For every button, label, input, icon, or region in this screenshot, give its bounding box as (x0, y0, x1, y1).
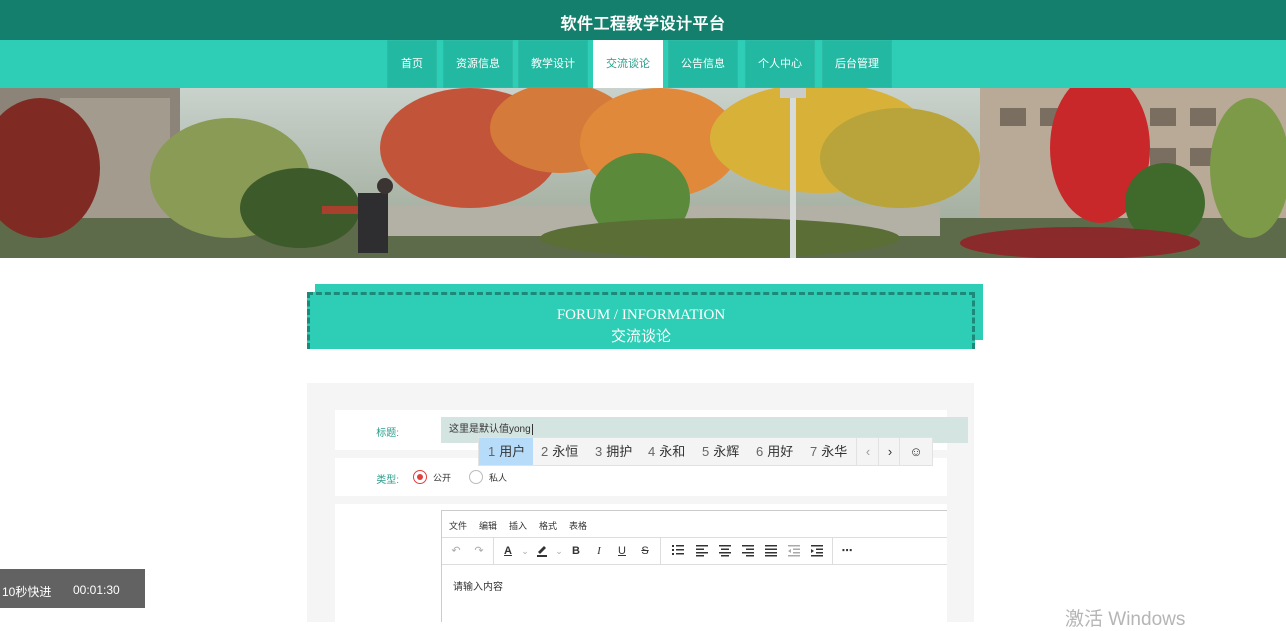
ime-candidate-num: 3 (595, 444, 603, 459)
ime-candidate-num: 1 (488, 444, 496, 459)
ime-candidate-num: 2 (541, 444, 549, 459)
highlight-dropdown-icon[interactable]: ⌄ (551, 543, 567, 559)
toolbar-separator (493, 538, 494, 564)
outdent-icon[interactable] (786, 543, 802, 559)
section-heading-box: FORUM / INFORMATION 交流谈论 (307, 292, 975, 349)
title-input-value: 这里是默认值yong (449, 424, 531, 435)
windows-watermark: 激活 Windows (1065, 609, 1186, 630)
more-icon[interactable]: ⋯ (839, 543, 855, 559)
editor-toolbar: ↶ ↷ A ⌄ ⌄ B I U S ⋯ (442, 538, 947, 565)
editor-menubar: 文件 编辑 插入 格式 表格 (442, 511, 947, 538)
radio-private-label: 私人 (489, 473, 508, 483)
content-row: 文件 编辑 插入 格式 表格 ↶ ↷ A ⌄ ⌄ B I U S ⋯ 请输入内容 (335, 504, 947, 622)
nav-announcements[interactable]: 公告信息 (668, 40, 738, 88)
list-icon[interactable] (670, 543, 686, 559)
banner-image (0, 88, 1286, 258)
ime-candidate-2[interactable]: 2 永恒 (541, 438, 578, 465)
ime-prev-icon[interactable]: ‹ (856, 438, 879, 465)
highlight-icon[interactable] (534, 543, 550, 559)
redo-icon[interactable]: ↷ (471, 543, 487, 559)
ime-candidate-text: 拥护 (606, 444, 633, 459)
ime-next-icon[interactable]: › (878, 438, 901, 465)
ime-candidate-text: 永恒 (552, 444, 579, 459)
section-title-en: FORUM / INFORMATION (556, 307, 726, 323)
skip-forward-button[interactable]: 10秒快进 (2, 583, 51, 600)
menu-edit[interactable]: 编辑 (479, 519, 497, 532)
underline-icon[interactable]: U (614, 543, 630, 559)
toolbar-separator (660, 538, 661, 564)
nav-home[interactable]: 首页 (387, 40, 437, 88)
ime-emoji-icon[interactable]: ☺ (899, 438, 932, 465)
nav-personal-center[interactable]: 个人中心 (745, 40, 815, 88)
bold-icon[interactable]: B (568, 543, 584, 559)
ime-candidate-num: 7 (810, 444, 818, 459)
ime-candidate-1[interactable]: 1 用户 (479, 438, 533, 465)
radio-public-circle (413, 470, 427, 484)
ime-candidate-text: 用户 (499, 444, 526, 459)
italic-icon[interactable]: I (591, 543, 607, 559)
text-color-dropdown-icon[interactable]: ⌄ (517, 543, 533, 559)
video-control-overlay: 10秒快进 00:01:30 (0, 569, 145, 608)
post-form: 标题: 这里是默认值yong 类型: 公开 私人 文件 编辑 插入 格式 表格 … (307, 383, 974, 622)
align-justify-icon[interactable] (763, 543, 779, 559)
section-title-cn: 交流谈论 (610, 329, 671, 345)
text-color-icon[interactable]: A (500, 543, 516, 559)
editor-placeholder: 请输入内容 (453, 582, 503, 593)
ime-candidate-7[interactable]: 7 永华 (810, 438, 847, 465)
text-cursor (531, 423, 533, 435)
align-center-icon[interactable] (717, 543, 733, 559)
radio-public-label: 公开 (433, 473, 452, 483)
align-left-icon[interactable] (694, 543, 710, 559)
site-title: 软件工程教学设计平台 (560, 16, 726, 33)
ime-candidate-num: 4 (648, 444, 656, 459)
nav-teaching-design[interactable]: 教学设计 (518, 40, 588, 88)
playback-time: 00:01:30 (73, 583, 120, 597)
radio-private-circle (469, 470, 483, 484)
ime-candidate-bar: 1 用户 2 永恒 3 拥护 4 永和 5 永辉 6 用好 7 永华 ‹ › ☺ (478, 437, 933, 466)
nav-admin[interactable]: 后台管理 (822, 40, 892, 88)
ime-candidate-text: 永华 (821, 444, 848, 459)
ime-candidate-num: 5 (702, 444, 710, 459)
type-label: 类型: (376, 475, 399, 486)
menu-format[interactable]: 格式 (539, 519, 557, 532)
ime-candidate-num: 6 (756, 444, 764, 459)
ime-candidate-text: 用好 (767, 444, 794, 459)
title-label: 标题: (376, 428, 399, 439)
banner-carousel[interactable] (0, 88, 1286, 258)
main-nav: 首页 资源信息 教学设计 交流谈论 公告信息 个人中心 后台管理 (0, 40, 1286, 88)
ime-candidate-3[interactable]: 3 拥护 (595, 438, 632, 465)
strikethrough-icon[interactable]: S (637, 543, 653, 559)
ime-candidate-text: 永和 (659, 444, 686, 459)
nav-forum[interactable]: 交流谈论 (593, 40, 663, 88)
undo-icon[interactable]: ↶ (448, 543, 464, 559)
ime-candidate-5[interactable]: 5 永辉 (702, 438, 739, 465)
menu-table[interactable]: 表格 (569, 519, 587, 532)
ime-candidate-text: 永辉 (713, 444, 740, 459)
nav-resources[interactable]: 资源信息 (443, 40, 513, 88)
align-right-icon[interactable] (740, 543, 756, 559)
menu-insert[interactable]: 插入 (509, 519, 527, 532)
toolbar-separator (832, 538, 833, 564)
top-header: 软件工程教学设计平台 (0, 0, 1286, 40)
ime-candidate-4[interactable]: 4 永和 (648, 438, 685, 465)
ime-candidate-6[interactable]: 6 用好 (756, 438, 793, 465)
section-heading: FORUM / INFORMATION 交流谈论 (307, 284, 983, 350)
rich-text-editor[interactable]: 文件 编辑 插入 格式 表格 ↶ ↷ A ⌄ ⌄ B I U S ⋯ 请输入内容 (441, 510, 947, 622)
menu-file[interactable]: 文件 (449, 519, 467, 532)
indent-icon[interactable] (809, 543, 825, 559)
